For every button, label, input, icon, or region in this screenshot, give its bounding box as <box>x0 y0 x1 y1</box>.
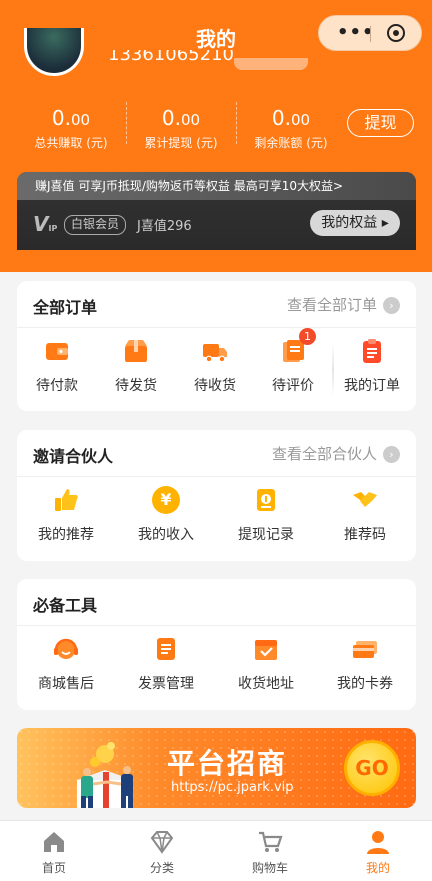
withdraw-records[interactable]: 提现记录 <box>226 486 306 544</box>
partners-card: 邀请合伙人 查看全部合伙人 › 我的推荐 ¥ 我的收入 提现记录 推荐码 <box>17 430 416 561</box>
avatar[interactable] <box>24 28 84 76</box>
order-item-label: 待收货 <box>194 378 236 394</box>
partner-item-label: 提现记录 <box>238 527 294 543</box>
chevron-right-icon: › <box>383 297 400 314</box>
more-dots-icon[interactable]: ••• <box>337 22 375 43</box>
my-coupons[interactable]: 我的卡券 <box>325 635 405 693</box>
j-value: J喜值296 <box>137 219 192 234</box>
home-icon <box>41 829 67 855</box>
partner-item-label: 我的收入 <box>138 527 194 543</box>
bottom-tab-bar: 首页 分类 购物车 我的 <box>0 820 432 881</box>
user-icon <box>365 829 391 855</box>
stat-value-int: 0. <box>51 106 71 130</box>
chevron-right-icon: › <box>383 446 400 463</box>
referral-code[interactable]: 推荐码 <box>325 486 405 544</box>
my-income[interactable]: ¥ 我的收入 <box>126 486 206 544</box>
stat-balance[interactable]: 0.00 剩余账额 (元) <box>236 106 346 151</box>
my-orders[interactable]: 我的订单 <box>332 337 412 395</box>
stat-total-earned[interactable]: 0.00 总共赚取 (元) <box>16 106 126 151</box>
review-icon: 1 <box>279 328 316 365</box>
stat-value-dec: 00 <box>181 111 201 129</box>
thumbs-up-icon <box>52 486 80 514</box>
order-pending-shipment[interactable]: 待发货 <box>96 337 176 395</box>
wallet-icon <box>43 337 71 365</box>
withdraw-record-icon <box>252 486 280 514</box>
my-rights-button[interactable]: 我的权益 ▸ <box>310 210 400 236</box>
stat-total-withdrawn[interactable]: 0.00 累计提现 (元) <box>126 106 236 151</box>
headset-icon <box>52 635 80 663</box>
member-level-pill[interactable] <box>234 58 308 70</box>
tab-label: 首页 <box>41 861 66 875</box>
stat-value-dec: 00 <box>291 111 311 129</box>
banner-url: https://pc.jpark.vip <box>171 780 294 795</box>
tab-label: 购物车 <box>251 861 288 875</box>
merchant-recruit-banner[interactable]: 平台招商 https://pc.jpark.vip GO <box>17 728 416 808</box>
withdraw-button[interactable]: 提现 <box>347 109 414 137</box>
stat-value-int: 0. <box>271 106 291 130</box>
address-box-icon <box>252 635 280 663</box>
invoice-management[interactable]: 发票管理 <box>126 635 206 693</box>
partner-item-label: 我的推荐 <box>38 527 94 543</box>
business-people-illustration <box>77 742 133 808</box>
clipboard-icon <box>358 337 386 365</box>
review-count-badge: 1 <box>299 328 316 345</box>
user-phone: 13361065210 <box>108 50 234 65</box>
tab-label: 我的 <box>365 861 390 875</box>
view-all-partners-link[interactable]: 查看全部合伙人 › <box>272 443 400 464</box>
profile-header: 我的 ••• 13361065210 0.00 总共赚取 (元) 0.00 累计… <box>0 0 432 272</box>
vip-logo: VIP <box>33 212 58 236</box>
stat-label: 剩余账额 (元) <box>254 136 328 150</box>
order-item-label: 待发货 <box>115 378 157 394</box>
card-coupon-icon <box>351 635 379 663</box>
tab-category[interactable]: 分类 <box>108 829 216 876</box>
mini-program-capsule[interactable]: ••• <box>318 15 422 51</box>
my-recommendations[interactable]: 我的推荐 <box>26 486 106 544</box>
orders-title: 全部订单 <box>33 298 98 317</box>
capsule-divider <box>370 26 371 42</box>
member-level-tag: 白银会员 <box>64 215 127 235</box>
handshake-icon <box>351 486 379 514</box>
stat-value-dec: 00 <box>71 111 91 129</box>
go-button[interactable]: GO <box>344 740 400 796</box>
package-icon <box>122 337 150 365</box>
stat-label: 累计提现 (元) <box>144 136 218 150</box>
invoice-icon <box>152 635 180 663</box>
partners-title: 邀请合伙人 <box>33 447 114 466</box>
shipping-address[interactable]: 收货地址 <box>226 635 306 693</box>
order-pending-review[interactable]: 1 待评价 <box>253 328 333 395</box>
orders-card: 全部订单 查看全部订单 › 待付款 待发货 待收货 1 待评价 我的订单 <box>17 281 416 411</box>
order-pending-payment[interactable]: 待付款 <box>17 337 97 395</box>
order-item-label: 我的订单 <box>344 378 400 394</box>
tab-cart[interactable]: 购物车 <box>216 829 324 876</box>
vip-promo-text[interactable]: 赚J喜值 可享J币抵现/购物返币等权益 最高可享10大权益> <box>17 172 416 200</box>
partner-item-label: 推荐码 <box>344 527 386 543</box>
tools-title: 必备工具 <box>33 596 98 615</box>
tool-item-label: 发票管理 <box>138 676 194 692</box>
tab-home[interactable]: 首页 <box>0 829 108 876</box>
tab-label: 分类 <box>149 861 174 875</box>
truck-icon <box>201 337 229 365</box>
tool-item-label: 我的卡券 <box>337 676 393 692</box>
view-all-orders-link[interactable]: 查看全部订单 › <box>287 294 400 315</box>
tool-item-label: 收货地址 <box>238 676 294 692</box>
order-pending-receipt[interactable]: 待收货 <box>175 337 255 395</box>
order-item-label: 待评价 <box>272 378 314 394</box>
tools-card: 必备工具 商城售后 发票管理 收货地址 我的卡券 <box>17 579 416 710</box>
yen-coin-icon: ¥ <box>152 486 180 514</box>
vip-card[interactable]: 赚J喜值 可享J币抵现/购物返币等权益 最高可享10大权益> VIP 白银会员 … <box>17 172 416 250</box>
after-sales[interactable]: 商城售后 <box>26 635 106 693</box>
order-item-label: 待付款 <box>36 378 78 394</box>
cart-icon <box>257 829 283 855</box>
diamond-icon <box>149 829 175 855</box>
stat-value-int: 0. <box>161 106 181 130</box>
banner-title: 平台招商 <box>167 747 288 780</box>
tool-item-label: 商城售后 <box>38 676 94 692</box>
tab-mine[interactable]: 我的 <box>324 829 432 876</box>
close-miniprogram-icon[interactable] <box>387 24 405 42</box>
stat-label: 总共赚取 (元) <box>34 136 108 150</box>
